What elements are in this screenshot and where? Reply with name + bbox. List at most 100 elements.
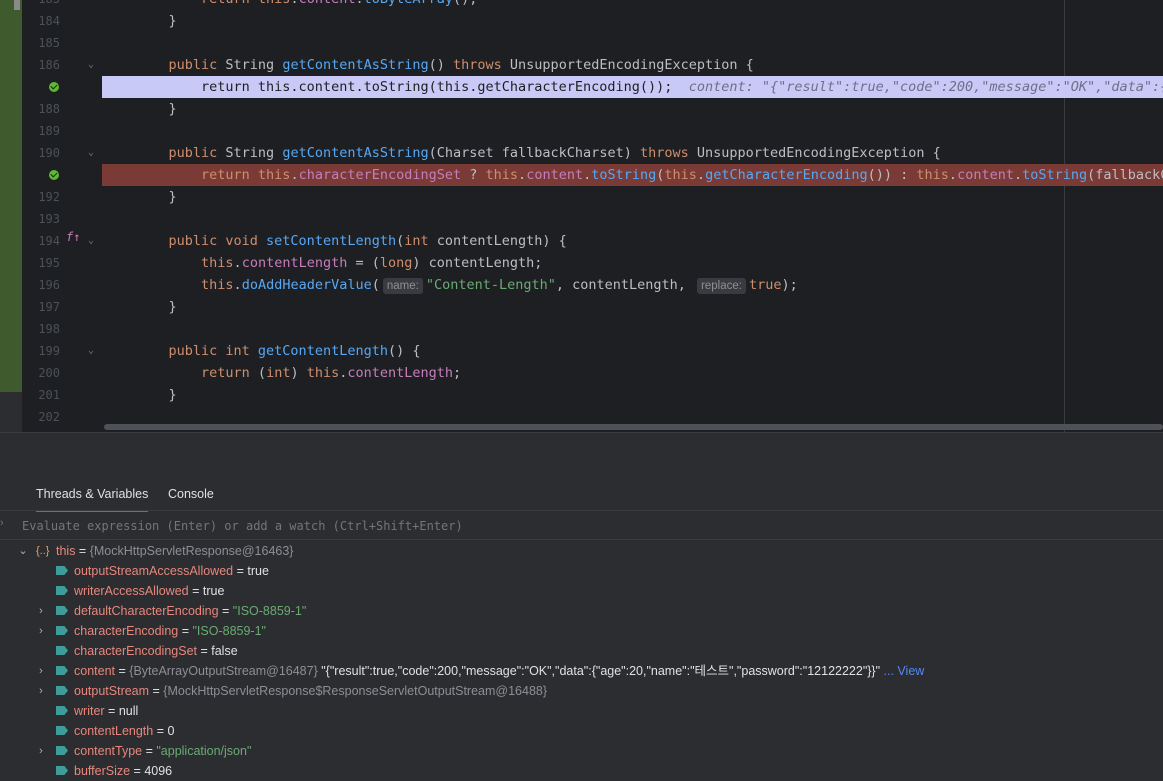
field-icon — [56, 766, 68, 775]
line-number: 199 — [38, 344, 60, 358]
line-number: 196 — [38, 278, 60, 292]
variable-row[interactable]: › outputStream = {MockHttpServletResponse… — [0, 681, 1163, 701]
code-text: } — [136, 13, 177, 29]
debug-panel: Threads & Variables Console › ⌄ {..} this … — [0, 476, 1163, 778]
variable-equals: = — [142, 744, 157, 758]
code-text: public int getContentLength() { — [136, 343, 421, 359]
expand-arrow-icon[interactable]: › — [36, 601, 46, 621]
variable-row[interactable]: writerAccessAllowed = true — [0, 581, 1163, 601]
expand-arrow-icon[interactable]: › — [36, 661, 46, 681]
variable-name: outputStream — [74, 684, 150, 698]
code-line[interactable]: 199 ⌄ public int getContentLength() { — [22, 340, 1163, 362]
variable-equals: = — [104, 704, 119, 718]
code-line[interactable]: 188 } — [22, 98, 1163, 120]
code-line[interactable]: 195 this.contentLength = (long) contentL… — [22, 252, 1163, 274]
code-text: return this.characterEncodingSet ? this.… — [136, 167, 1163, 183]
view-link[interactable]: ... View — [880, 664, 925, 678]
code-line[interactable]: 201 } — [22, 384, 1163, 406]
variable-value: null — [118, 704, 139, 718]
variable-text: writer = null — [74, 701, 138, 721]
code-line[interactable]: 198 — [22, 318, 1163, 340]
debug-tabs: Threads & Variables Console — [0, 476, 1163, 512]
breakpoint-icon[interactable] — [49, 170, 59, 180]
scroll-marker — [14, 0, 20, 10]
variable-text: outputStreamAccessAllowed = true — [74, 561, 269, 581]
code-line[interactable]: 184 } — [22, 10, 1163, 32]
code-line[interactable]: 183 return this.content.toByteArray(); — [22, 0, 1163, 10]
variable-row[interactable]: writer = null — [0, 701, 1163, 721]
horizontal-scrollbar[interactable] — [104, 424, 1163, 430]
variable-equals: = — [218, 604, 233, 618]
line-number: 194 — [38, 234, 60, 248]
variable-text: characterEncodingSet = false — [74, 641, 238, 661]
field-icon — [56, 606, 68, 615]
code-line[interactable]: 190 ⌄ public String getContentAsString(C… — [22, 142, 1163, 164]
code-text: } — [136, 189, 177, 205]
variable-row[interactable]: › characterEncoding = "ISO-8859-1" — [0, 621, 1163, 641]
code-text: public void setContentLength(int content… — [136, 233, 567, 249]
fold-icon[interactable]: ⌄ — [88, 236, 98, 246]
code-text: return this.content.toByteArray(); — [136, 0, 477, 10]
variable-ref: {MockHttpServletResponse@16463} — [89, 544, 294, 558]
code-text: this.contentLength = (long) contentLengt… — [136, 255, 543, 271]
variable-equals: = — [178, 624, 193, 638]
variable-value: "{"result":true,"code":200,"message":"OK… — [317, 664, 881, 678]
variable-name: content — [74, 664, 116, 678]
variable-row[interactable]: characterEncodingSet = false — [0, 641, 1163, 661]
variable-value: 4096 — [144, 764, 173, 778]
variable-equals: = — [149, 684, 164, 698]
override-icon[interactable]: f↑ — [66, 230, 80, 244]
code-line[interactable]: 187 return this.content.toString(this.ge… — [22, 76, 1163, 98]
variable-name: defaultCharacterEncoding — [74, 604, 219, 618]
variable-name: characterEncodingSet — [74, 644, 197, 658]
evaluate-expression-input[interactable] — [20, 515, 1124, 537]
variable-name: bufferSize — [74, 764, 131, 778]
field-icon — [56, 586, 68, 595]
tab-console[interactable]: Console — [168, 476, 214, 510]
collapse-arrow-icon[interactable]: ⌄ — [18, 541, 28, 561]
variable-row[interactable]: bufferSize = 4096 — [0, 761, 1163, 781]
code-line[interactable]: 192 } — [22, 186, 1163, 208]
fold-icon[interactable]: ⌄ — [88, 60, 98, 70]
field-icon — [56, 746, 68, 755]
variable-row[interactable]: › contentType = "application/json" — [0, 741, 1163, 761]
variable-text: this = {MockHttpServletResponse@16463} — [56, 541, 293, 561]
panel-divider[interactable] — [0, 432, 1163, 477]
field-icon — [56, 626, 68, 635]
variable-value: true — [202, 584, 225, 598]
side-marker: › — [0, 517, 4, 529]
variable-name: contentLength — [74, 724, 154, 738]
variable-row[interactable]: › content = {ByteArrayOutputStream@16487}… — [0, 661, 1163, 681]
code-line[interactable]: 186 ⌄ public String getContentAsString()… — [22, 54, 1163, 76]
code-line[interactable]: 191 return this.characterEncodingSet ? t… — [22, 164, 1163, 186]
variable-equals: = — [115, 664, 130, 678]
variable-row[interactable]: contentLength = 0 — [0, 721, 1163, 741]
code-line[interactable]: 193 — [22, 208, 1163, 230]
expand-arrow-icon[interactable]: › — [36, 741, 46, 761]
variable-row[interactable]: › defaultCharacterEncoding = "ISO-8859-1" — [0, 601, 1163, 621]
variable-value: 0 — [167, 724, 175, 738]
code-line[interactable]: 189 — [22, 120, 1163, 142]
fold-icon[interactable]: ⌄ — [88, 346, 98, 356]
fold-icon[interactable]: ⌄ — [88, 148, 98, 158]
line-number: 193 — [38, 212, 60, 226]
variable-text: content = {ByteArrayOutputStream@16487} … — [74, 661, 924, 681]
variable-equals: = — [75, 544, 90, 558]
code-text: this.doAddHeaderValue(name: "Content-Leng… — [136, 277, 798, 294]
expand-arrow-icon[interactable]: › — [36, 621, 46, 641]
breakpoint-icon[interactable] — [49, 82, 59, 92]
variable-equals: = — [130, 764, 145, 778]
code-line[interactable]: 194 f↑ ⌄ public void setContentLength(in… — [22, 230, 1163, 252]
code-line[interactable]: 197 } — [22, 296, 1163, 318]
variable-row[interactable]: outputStreamAccessAllowed = true — [0, 561, 1163, 581]
expand-arrow-icon[interactable]: › — [36, 681, 46, 701]
variable-row[interactable]: ⌄ {..} this = {MockHttpServletResponse@164… — [0, 541, 1163, 561]
variable-string-value: "ISO-8859-1" — [232, 604, 307, 618]
tab-threads-variables[interactable]: Threads & Variables — [36, 476, 149, 512]
code-line[interactable]: 196 this.doAddHeaderValue(name: "Content-… — [22, 274, 1163, 296]
field-icon — [56, 726, 68, 735]
code-editor[interactable]: 183 return this.content.toByteArray(); 1… — [22, 0, 1163, 432]
line-number: 185 — [38, 36, 60, 50]
code-line[interactable]: 185 — [22, 32, 1163, 54]
code-line[interactable]: 200 return (int) this.contentLength; — [22, 362, 1163, 384]
